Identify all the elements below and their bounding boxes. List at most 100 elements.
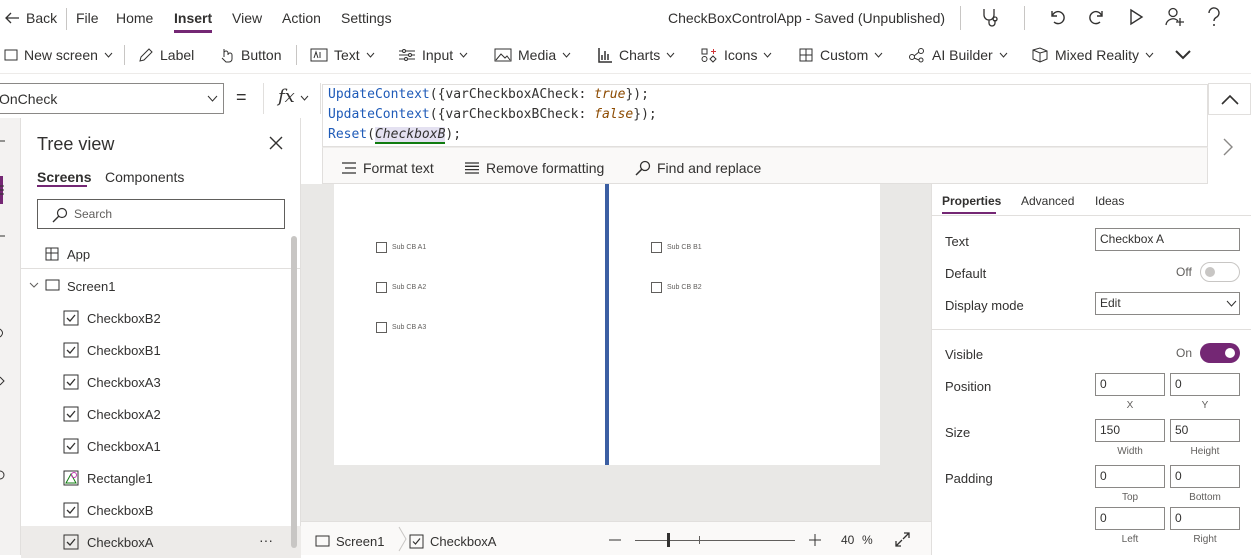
- back-button[interactable]: Back: [4, 10, 57, 26]
- tree-item[interactable]: CheckboxA ···: [21, 526, 301, 558]
- zoom-slider-track[interactable]: [635, 540, 795, 541]
- menu-insert[interactable]: Insert: [174, 10, 212, 26]
- app-screen[interactable]: Sub CB A1 Sub CB A2 Sub CB A3 Sub CB B1 Sub…: [334, 184, 880, 465]
- sub-checkbox[interactable]: Sub CB B2: [651, 282, 702, 293]
- label-icon: [139, 48, 153, 62]
- mixed-reality-button[interactable]: Mixed Reality: [1031, 45, 1154, 65]
- height-input[interactable]: 50: [1170, 419, 1240, 442]
- app-checker-icon[interactable]: [980, 6, 1002, 28]
- fit-to-window-icon[interactable]: [895, 532, 910, 547]
- tree-item[interactable]: CheckboxA2: [21, 398, 301, 430]
- padding-right-input[interactable]: 0: [1170, 507, 1240, 530]
- tree-view-rail-icon[interactable]: [0, 184, 6, 196]
- menu-divider: [66, 8, 67, 30]
- padding-top-input[interactable]: 0: [1095, 465, 1165, 488]
- tree-item[interactable]: CheckboxA1: [21, 430, 301, 462]
- ribbon-divider: [296, 45, 297, 65]
- media-button[interactable]: Media: [494, 45, 571, 65]
- fx-button[interactable]: fx: [263, 83, 321, 114]
- input-button[interactable]: Input: [398, 45, 468, 65]
- text-property-input[interactable]: Checkbox A: [1095, 228, 1240, 251]
- play-icon[interactable]: [1127, 8, 1145, 26]
- tab-advanced[interactable]: Advanced: [1021, 194, 1074, 208]
- ribbon-overflow-chevron-icon[interactable]: [1175, 50, 1191, 60]
- default-toggle[interactable]: [1200, 262, 1240, 282]
- menu-settings[interactable]: Settings: [341, 10, 392, 26]
- tree-item[interactable]: CheckboxB2: [21, 302, 301, 334]
- media-icon: [494, 48, 512, 62]
- breadcrumb-screen[interactable]: Screen1: [315, 531, 384, 551]
- tab-components[interactable]: Components: [105, 169, 184, 185]
- rail-icon[interactable]: [0, 233, 6, 239]
- status-bar: Screen1 CheckboxA 40 %: [301, 521, 931, 555]
- tree-item[interactable]: CheckboxB: [21, 494, 301, 526]
- sub-checkbox[interactable]: Sub CB A1: [376, 242, 426, 253]
- zoom-out-icon[interactable]: [609, 539, 621, 541]
- new-screen-button[interactable]: New screen: [4, 45, 113, 65]
- rail-icon[interactable]: [0, 328, 6, 338]
- rail-icon[interactable]: [0, 470, 6, 480]
- charts-button[interactable]: Charts: [597, 45, 675, 65]
- sub-checkbox-label: Sub CB A2: [392, 284, 427, 291]
- sub-checkbox[interactable]: Sub CB A2: [376, 282, 426, 293]
- ai-builder-button[interactable]: AI Builder: [908, 45, 1008, 65]
- tree-item[interactable]: CheckboxB1: [21, 334, 301, 366]
- sub-checkbox[interactable]: Sub CB A3: [376, 322, 426, 333]
- chevron-right-icon[interactable]: [1223, 138, 1233, 156]
- menu-action[interactable]: Action: [282, 10, 321, 26]
- rail-icon[interactable]: [0, 138, 6, 144]
- collapse-formula-button[interactable]: [1208, 83, 1251, 115]
- menu-view[interactable]: View: [232, 10, 262, 26]
- equals-sign: =: [236, 87, 247, 107]
- display-mode-dropdown[interactable]: Edit: [1095, 292, 1240, 315]
- label-button[interactable]: Label: [138, 45, 194, 65]
- text-button[interactable]: Text: [310, 45, 375, 65]
- tree-item-screen1[interactable]: Screen1: [21, 270, 301, 302]
- back-arrow-icon: [5, 12, 19, 24]
- rail-icon[interactable]: [0, 376, 6, 386]
- formula-line-1: UpdateContext({varCheckboxACheck: true})…: [328, 87, 649, 102]
- tree-view-panel: Tree view Screens Components Search App …: [21, 118, 301, 558]
- position-y-input[interactable]: 0: [1170, 373, 1240, 396]
- width-input[interactable]: 150: [1095, 419, 1165, 442]
- help-icon[interactable]: [1206, 7, 1222, 27]
- menu-home[interactable]: Home: [116, 10, 153, 26]
- custom-button[interactable]: Custom: [798, 45, 883, 65]
- padding-left-input[interactable]: 0: [1095, 507, 1165, 530]
- icons-button[interactable]: Icons: [700, 45, 772, 65]
- remove-formatting-button[interactable]: Remove formatting: [464, 158, 604, 178]
- breadcrumb-control[interactable]: CheckboxA: [409, 531, 496, 551]
- tree-scrollbar[interactable]: [291, 236, 297, 548]
- property-dropdown[interactable]: OnCheck: [0, 83, 224, 114]
- chevron-down-icon[interactable]: [29, 282, 39, 289]
- close-icon[interactable]: [269, 136, 283, 150]
- position-x-input[interactable]: 0: [1095, 373, 1165, 396]
- more-options-icon[interactable]: ···: [259, 532, 273, 548]
- rectangle1-divider[interactable]: [605, 184, 609, 465]
- tab-screens[interactable]: Screens: [37, 169, 91, 185]
- visible-toggle[interactable]: [1200, 343, 1240, 363]
- chevron-down-icon: [874, 52, 883, 58]
- button-button[interactable]: Button: [219, 45, 281, 65]
- format-text-icon: [342, 162, 356, 174]
- share-user-icon[interactable]: [1164, 6, 1186, 28]
- zoom-slider-thumb[interactable]: [667, 533, 670, 547]
- padding-bottom-input[interactable]: 0: [1170, 465, 1240, 488]
- tab-properties[interactable]: Properties: [942, 194, 1001, 208]
- find-replace-button[interactable]: Find and replace: [635, 158, 761, 178]
- format-text-button[interactable]: Format text: [341, 158, 434, 178]
- tree-item-app[interactable]: App: [21, 238, 301, 270]
- tab-ideas[interactable]: Ideas: [1095, 194, 1124, 208]
- tree-item[interactable]: CheckboxA3: [21, 366, 301, 398]
- sub-checkbox[interactable]: Sub CB B1: [651, 242, 702, 253]
- zoom-in-icon[interactable]: [809, 534, 821, 546]
- menu-file[interactable]: File: [76, 10, 99, 26]
- search-input[interactable]: Search: [37, 199, 285, 229]
- redo-icon[interactable]: [1087, 7, 1107, 27]
- formula-editor[interactable]: UpdateContext({varCheckboxACheck: true})…: [322, 84, 1208, 147]
- size-label: Size: [945, 425, 971, 440]
- chart-icon: [598, 48, 612, 63]
- tree-item[interactable]: Rectangle1: [21, 462, 301, 494]
- undo-icon[interactable]: [1047, 7, 1067, 27]
- ribbon-divider: [124, 45, 125, 65]
